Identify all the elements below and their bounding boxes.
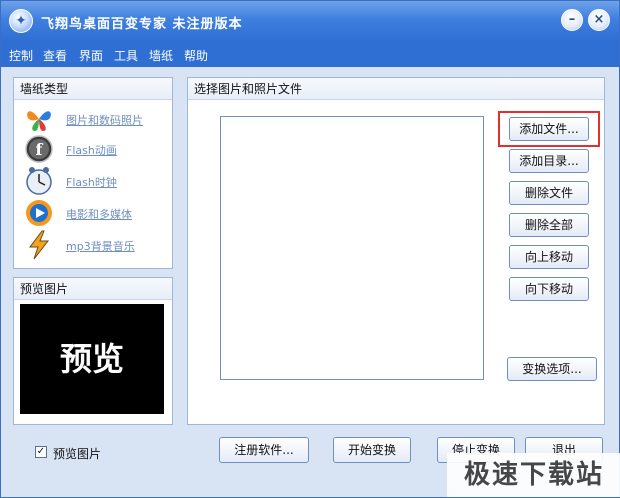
menu-control[interactable]: 控制: [9, 47, 33, 64]
preview-checkbox-label: 预览图片: [53, 447, 102, 461]
register-button[interactable]: 注册软件...: [219, 437, 309, 463]
wallpaper-item-label: Flash时钟: [66, 176, 117, 189]
site-watermark: 极速下载站: [447, 453, 620, 497]
delete-all-button[interactable]: 删除全部: [509, 213, 589, 237]
butterfly-icon: [27, 111, 51, 131]
move-down-button[interactable]: 向下移动: [509, 277, 589, 301]
menu-help[interactable]: 帮助: [184, 47, 208, 64]
file-list[interactable]: [220, 116, 484, 380]
wallpaper-item-label: 电影和多媒体: [66, 208, 132, 221]
wallpaper-type-panel: 墙纸类型 图片和数码照片 f Flash动画 Flash时钟 电影和多媒体 mp…: [13, 77, 173, 269]
menu-interface[interactable]: 界面: [79, 47, 103, 64]
add-directory-button[interactable]: 添加目录...: [509, 149, 589, 173]
menu-view[interactable]: 查看: [43, 47, 67, 64]
wallpaper-item-label: 图片和数码照片: [66, 114, 143, 127]
wallpaper-type-header: 墙纸类型: [14, 78, 172, 100]
winamp-icon: [29, 230, 50, 260]
app-bird-icon[interactable]: ✦: [9, 9, 33, 33]
flash-icon: f: [25, 135, 53, 163]
menu-wallpaper[interactable]: 墙纸: [149, 47, 173, 64]
close-button[interactable]: ×: [588, 9, 610, 31]
title-bar[interactable]: ✦ 飞翔鸟桌面百变专家 未注册版本 – ×: [1, 1, 619, 41]
add-file-highlight: [498, 111, 600, 147]
preview-header: 预览图片: [14, 278, 172, 300]
delete-file-button[interactable]: 删除文件: [509, 181, 589, 205]
preview-panel: 预览图片 预览: [13, 277, 173, 425]
window-title: 飞翔鸟桌面百变专家 未注册版本: [41, 17, 243, 32]
transform-options-button[interactable]: 变换选项...: [507, 357, 597, 381]
move-up-button[interactable]: 向上移动: [509, 245, 589, 269]
menu-tools[interactable]: 工具: [114, 47, 138, 64]
start-transform-button[interactable]: 开始变换: [333, 437, 411, 463]
wallpaper-item-label: mp3背景音乐: [66, 240, 135, 253]
files-panel-header: 选择图片和照片文件: [188, 78, 604, 100]
wallpaper-item-label: Flash动画: [66, 144, 117, 157]
app-window: ✦ 飞翔鸟桌面百变专家 未注册版本 – × 控制 查看 界面 工具 墙纸 帮助 …: [0, 0, 620, 498]
svg-text:f: f: [36, 140, 44, 159]
minimize-button[interactable]: –: [561, 9, 583, 31]
menu-bar: 控制 查看 界面 工具 墙纸 帮助: [1, 41, 619, 67]
preview-checkbox[interactable]: ✓: [35, 446, 47, 458]
clock-icon: [26, 167, 52, 195]
media-player-icon: [26, 200, 52, 226]
preview-image: 预览: [20, 304, 164, 414]
